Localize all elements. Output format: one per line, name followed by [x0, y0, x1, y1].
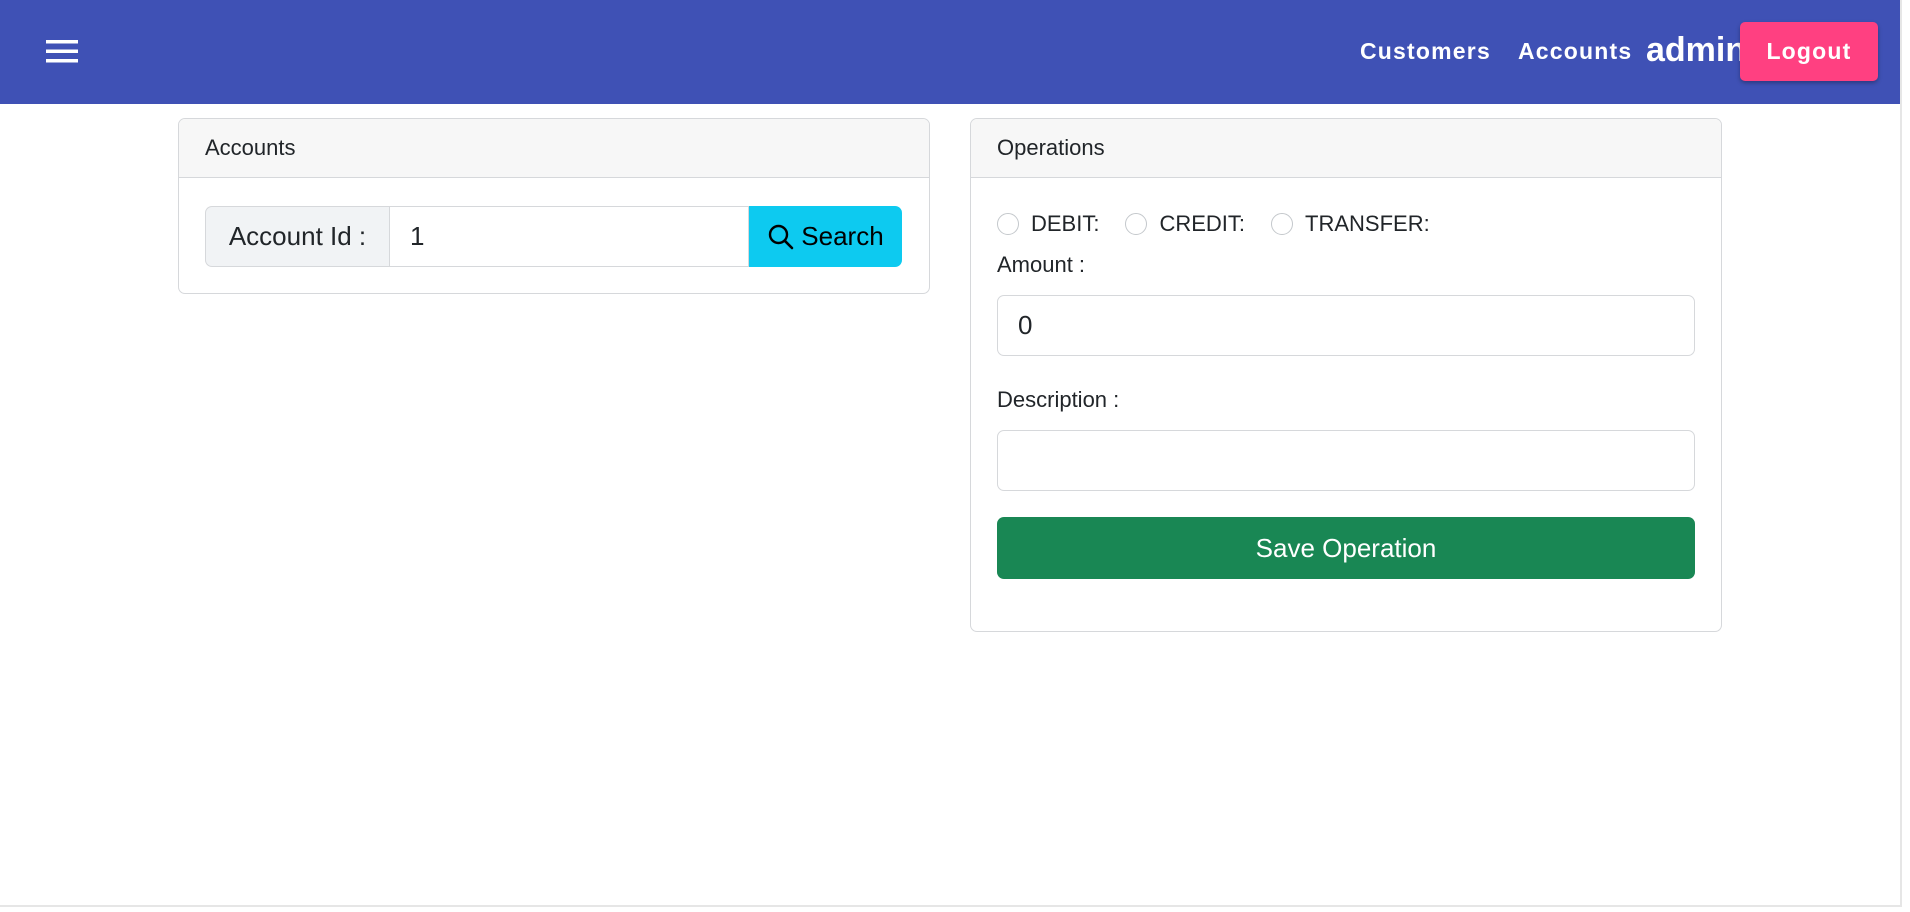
radio-debit-circle[interactable]	[997, 213, 1019, 235]
nav-accounts-link[interactable]: Accounts	[1518, 36, 1632, 66]
accounts-card-header: Accounts	[179, 119, 929, 178]
account-id-label: Account Id :	[205, 206, 389, 267]
operations-card-header: Operations	[971, 119, 1721, 178]
radio-debit[interactable]: DEBIT:	[997, 209, 1099, 239]
operations-card: Operations DEBIT: CREDIT: TRANSFER: Amou…	[970, 118, 1722, 632]
nav-customers-link[interactable]: Customers	[1360, 36, 1491, 66]
amount-label: Amount :	[997, 252, 1086, 277]
account-id-input[interactable]	[389, 206, 749, 267]
logout-button[interactable]: Logout	[1740, 22, 1878, 81]
viewport: Customers Accounts admin Logout Accounts…	[0, 0, 1910, 912]
description-input[interactable]	[997, 430, 1695, 491]
accounts-card: Accounts Account Id : Search	[178, 118, 930, 294]
search-button-label: Search	[801, 221, 884, 251]
search-button[interactable]: Search	[749, 206, 902, 267]
radio-credit[interactable]: CREDIT:	[1125, 209, 1245, 239]
hamburger-menu-icon	[40, 30, 84, 74]
radio-credit-circle[interactable]	[1125, 213, 1148, 235]
username-label: admin	[1646, 31, 1742, 69]
operation-type-radio-group: DEBIT: CREDIT: TRANSFER:	[997, 209, 1456, 239]
radio-transfer-circle[interactable]	[1271, 213, 1294, 235]
top-toolbar: Customers Accounts admin Logout	[0, 0, 1900, 104]
search-icon	[767, 223, 795, 251]
account-search-group: Account Id : Search	[205, 206, 902, 267]
radio-debit-label: DEBIT:	[1031, 211, 1100, 236]
radio-credit-label: CREDIT:	[1159, 211, 1246, 236]
amount-input[interactable]	[997, 295, 1695, 356]
radio-transfer[interactable]: TRANSFER:	[1271, 209, 1430, 239]
radio-transfer-label: TRANSFER:	[1305, 211, 1430, 236]
menu-button[interactable]	[40, 30, 84, 74]
save-operation-button[interactable]: Save Operation	[997, 517, 1695, 579]
description-label: Description :	[997, 387, 1120, 412]
app-window: Customers Accounts admin Logout Accounts…	[0, 0, 1902, 907]
